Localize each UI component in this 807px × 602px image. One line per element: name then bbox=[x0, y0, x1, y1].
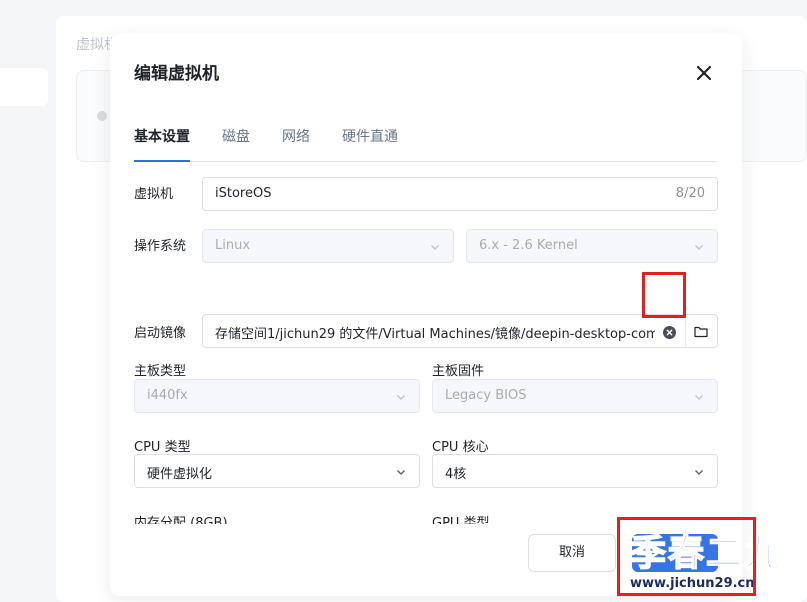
chevron-down-icon bbox=[397, 470, 405, 475]
board-type-select[interactable]: i440fx bbox=[134, 379, 420, 413]
divider bbox=[685, 315, 686, 347]
folder-icon[interactable] bbox=[694, 325, 708, 338]
gpu-type-label: GPU 类型 bbox=[432, 516, 490, 524]
clear-icon[interactable] bbox=[663, 326, 676, 339]
chevron-down-icon bbox=[397, 395, 405, 400]
cpu-cores-select[interactable]: 4核 bbox=[432, 454, 718, 488]
chevron-down-icon bbox=[695, 395, 703, 400]
tab-hardware-passthrough[interactable]: 硬件直通 bbox=[342, 126, 398, 146]
cpu-type-label: CPU 类型 bbox=[134, 440, 191, 455]
chevron-down-icon bbox=[695, 245, 703, 250]
dialog-title: 编辑虚拟机 bbox=[134, 64, 219, 84]
chevron-down-icon bbox=[695, 470, 703, 475]
os-label: 操作系统 bbox=[134, 239, 187, 254]
status-dot bbox=[97, 111, 107, 121]
cpu-cores-value: 4核 bbox=[445, 467, 467, 482]
tab-disk[interactable]: 磁盘 bbox=[222, 126, 250, 146]
cpu-type-select[interactable]: 硬件虚拟化 bbox=[134, 454, 420, 488]
vm-name-value: iStoreOS bbox=[215, 186, 272, 201]
highlight-confirm-area bbox=[617, 517, 756, 596]
form-scroll-area[interactable]: 虚拟机 iStoreOS 8/20 操作系统 Linux 6.x - 2.6 K… bbox=[110, 162, 742, 524]
sidebar-item[interactable] bbox=[0, 68, 48, 106]
tab-basic-settings[interactable]: 基本设置 bbox=[134, 126, 190, 146]
memory-label: 内存分配 (8GB) bbox=[134, 516, 228, 524]
board-type-label: 主板类型 bbox=[134, 364, 187, 379]
cpu-cores-label: CPU 核心 bbox=[432, 440, 489, 455]
highlight-clear-button bbox=[642, 272, 686, 318]
vm-name-counter: 8/20 bbox=[675, 186, 705, 201]
board-type-value: i440fx bbox=[147, 388, 188, 403]
firmware-value: Legacy BIOS bbox=[445, 388, 527, 403]
cancel-button[interactable]: 取消 bbox=[528, 534, 616, 572]
close-icon[interactable] bbox=[693, 62, 715, 84]
os-select[interactable]: Linux bbox=[202, 229, 454, 263]
boot-image-path: 存储空间1/jichun29 的文件/Virtual Machines/镜像/d… bbox=[215, 327, 655, 342]
firmware-select[interactable]: Legacy BIOS bbox=[432, 379, 718, 413]
boot-image-label: 启动镜像 bbox=[134, 326, 187, 341]
cpu-type-value: 硬件虚拟化 bbox=[147, 467, 213, 482]
firmware-label: 主板固件 bbox=[432, 364, 485, 379]
os-version-select[interactable]: 6.x - 2.6 Kernel bbox=[466, 229, 718, 263]
vm-name-label: 虚拟机 bbox=[134, 187, 174, 202]
os-version-value: 6.x - 2.6 Kernel bbox=[479, 238, 578, 253]
tab-network[interactable]: 网络 bbox=[282, 126, 310, 146]
boot-image-input[interactable]: 存储空间1/jichun29 的文件/Virtual Machines/镜像/d… bbox=[202, 314, 718, 348]
tab-bar: 基本设置 磁盘 网络 硬件直通 bbox=[134, 126, 718, 162]
vm-name-input[interactable]: iStoreOS 8/20 bbox=[202, 177, 718, 211]
chevron-down-icon bbox=[431, 245, 439, 250]
os-value: Linux bbox=[215, 238, 251, 253]
